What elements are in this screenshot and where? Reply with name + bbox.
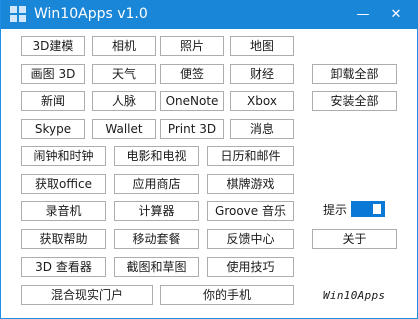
window-title: Win10Apps v1.0 bbox=[34, 6, 148, 22]
close-icon: ✕ bbox=[390, 7, 402, 22]
tips-toggle-label: 提示 bbox=[323, 203, 348, 217]
snip-sketch-button[interactable]: 截图和草图 bbox=[114, 257, 199, 277]
viewer3d-button[interactable]: 3D 查看器 bbox=[21, 257, 106, 277]
voice-recorder-button[interactable]: 录音机 bbox=[21, 201, 106, 221]
toggle-knob bbox=[373, 204, 381, 214]
camera-button[interactable]: 相机 bbox=[92, 36, 156, 56]
about-button[interactable]: 关于 bbox=[312, 229, 397, 249]
photos-button[interactable]: 照片 bbox=[160, 36, 224, 56]
app-windows-icon bbox=[10, 6, 26, 22]
movies-tv-button[interactable]: 电影和电视 bbox=[114, 146, 199, 166]
groove-music-button[interactable]: Groove 音乐 bbox=[207, 201, 294, 221]
feedback-hub-button[interactable]: 反馈中心 bbox=[207, 229, 294, 249]
onenote-button[interactable]: OneNote bbox=[160, 91, 224, 111]
calculator-button[interactable]: 计算器 bbox=[114, 201, 199, 221]
sticky-notes-button[interactable]: 便签 bbox=[160, 64, 224, 84]
app-window: Win10Apps v1.0 — ✕ 3D建模 相机 照片 地图 画图 3D 天… bbox=[0, 0, 418, 319]
minimize-button[interactable]: — bbox=[348, 0, 378, 29]
modeling3d-button[interactable]: 3D建模 bbox=[21, 36, 85, 56]
alarms-clock-button[interactable]: 闹钟和时钟 bbox=[21, 146, 106, 166]
wallet-button[interactable]: Wallet bbox=[92, 119, 156, 139]
weather-button[interactable]: 天气 bbox=[92, 64, 156, 84]
store-button[interactable]: 应用商店 bbox=[114, 174, 199, 194]
mixed-reality-portal-button[interactable]: 混合现实门户 bbox=[21, 285, 153, 305]
tips-toggle[interactable] bbox=[351, 201, 385, 217]
people-button[interactable]: 人脉 bbox=[92, 91, 156, 111]
news-button[interactable]: 新闻 bbox=[21, 91, 85, 111]
get-help-button[interactable]: 获取帮助 bbox=[21, 229, 106, 249]
minimize-icon: — bbox=[356, 7, 370, 22]
tips-button[interactable]: 使用技巧 bbox=[207, 257, 294, 277]
close-button[interactable]: ✕ bbox=[381, 0, 411, 29]
mobile-plans-button[interactable]: 移动套餐 bbox=[114, 229, 199, 249]
paint3d-button[interactable]: 画图 3D bbox=[21, 64, 85, 84]
solitaire-button[interactable]: 棋牌游戏 bbox=[207, 174, 294, 194]
skype-button[interactable]: Skype bbox=[21, 119, 85, 139]
xbox-button[interactable]: Xbox bbox=[230, 91, 294, 111]
maps-button[interactable]: 地图 bbox=[230, 36, 294, 56]
title-bar: Win10Apps v1.0 — ✕ bbox=[1, 0, 418, 29]
uninstall-all-button[interactable]: 卸载全部 bbox=[312, 64, 397, 84]
messaging-button[interactable]: 消息 bbox=[230, 119, 294, 139]
money-button[interactable]: 财经 bbox=[230, 64, 294, 84]
install-all-button[interactable]: 安装全部 bbox=[312, 91, 397, 111]
print3d-button[interactable]: Print 3D bbox=[160, 119, 224, 139]
your-phone-button[interactable]: 你的手机 bbox=[160, 285, 294, 305]
brand-label: Win10Apps bbox=[323, 289, 386, 302]
calendar-mail-button[interactable]: 日历和邮件 bbox=[207, 146, 294, 166]
get-office-button[interactable]: 获取office bbox=[21, 174, 106, 194]
